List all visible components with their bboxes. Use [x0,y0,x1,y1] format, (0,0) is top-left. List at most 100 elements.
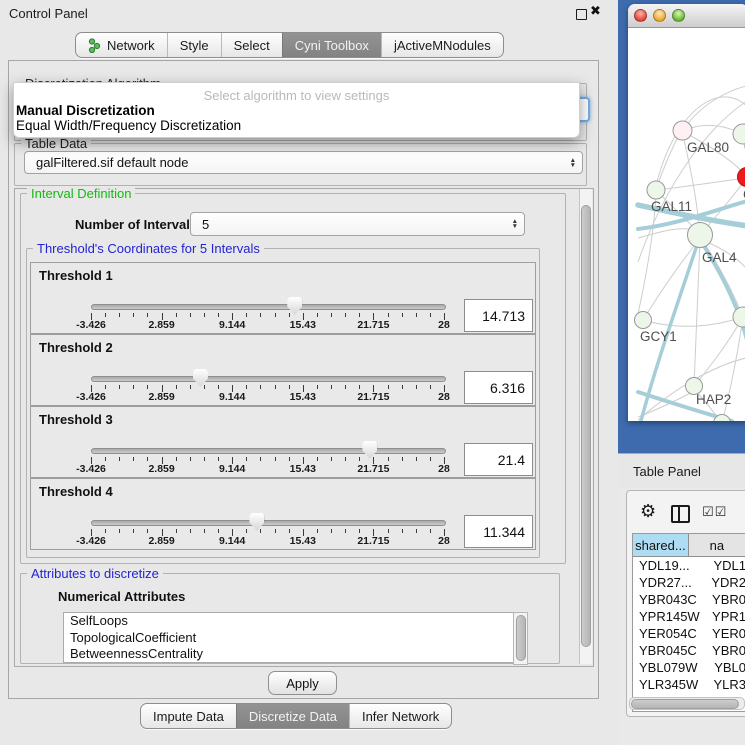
threshold-1-slider-track[interactable] [91,304,446,310]
network-node[interactable] [738,168,745,187]
table-row[interactable]: YDL19...YDL1 [633,557,745,574]
table-row[interactable]: YBL079WYBL0 [633,659,745,676]
tab-discretize-data[interactable]: Discretize Data [236,704,349,728]
close-icon[interactable]: ✖ [590,3,601,19]
slider-tick [416,457,417,461]
slider-scale-label: 21.715 [357,463,389,475]
slider-tick [345,457,346,461]
slider-tick [430,385,431,389]
slider-tick [260,385,261,389]
threshold-3-slider-handle[interactable] [362,441,377,459]
threshold-1-value-field[interactable]: 14.713 [464,299,533,332]
column-header-name[interactable]: na [689,534,745,557]
threshold-2-slider-handle[interactable] [193,369,208,387]
vertical-scrollbar-thumb[interactable] [581,205,591,647]
attributes-list-scrollbar-thumb[interactable] [516,615,526,661]
network-node[interactable] [688,223,713,248]
zoom-traffic-light-icon[interactable] [672,9,685,22]
slider-tick [246,313,247,317]
network-node[interactable] [647,181,665,199]
slider-tick [176,313,177,317]
cell-name: YPR1 [708,609,745,624]
tab-infer-network[interactable]: Infer Network [349,704,451,728]
table-row[interactable]: YLR345WYLR3 [633,676,745,693]
slider-tick [402,385,403,389]
slider-scale-label: 21.715 [357,391,389,403]
network-node[interactable] [733,307,745,327]
slider-scale-label: 2.859 [148,463,174,475]
cell-shared-name: YBR045C [633,643,708,658]
slider-tick [260,457,261,461]
vertical-scrollbar[interactable] [579,189,592,664]
table-row[interactable]: YBR043CYBR0 [633,591,745,608]
network-canvas[interactable]: GAL80GACGAL11GAL4GCY1HHAP2 [628,27,745,421]
cell-shared-name: YBL079W [633,660,710,675]
network-window-titlebar [628,4,745,28]
tab-style[interactable]: Style [167,33,221,57]
slider-scale-label: 15.43 [290,391,316,403]
attributes-list-scrollbar[interactable] [513,612,528,665]
slider-tick [331,385,332,389]
table-row[interactable]: YDR27...YDR2 [633,574,745,591]
close-traffic-light-icon[interactable] [634,9,647,22]
network-node-label: GAL80 [687,140,729,155]
slider-tick [218,313,219,317]
attribute-list-item[interactable]: TopologicalCoefficient [64,630,514,647]
network-node-label: GCY1 [640,329,677,344]
number-of-intervals-spinner[interactable]: 5 ▲▼ [190,212,525,236]
table-row[interactable]: YPR145WYPR1 [633,608,745,625]
tab-jactivemnodules[interactable]: jActiveMNodules [381,33,503,57]
threshold-4-slider-handle[interactable] [249,513,264,531]
number-of-intervals-label: Number of Intervals [75,217,197,232]
dropdown-option-manual-discretization[interactable]: Manual Discretization [16,103,155,118]
cell-name: YBR0 [708,643,745,658]
float-window-icon[interactable] [576,9,587,20]
numerical-attributes-list[interactable]: SelfLoopsTopologicalCoefficientBetweenne… [63,612,515,663]
cell-name: YER0 [708,626,745,641]
threshold-3-slider-track[interactable] [91,448,446,454]
slider-tick [416,313,417,317]
gear-icon[interactable]: ⚙ [640,501,656,522]
threshold-2-value-field[interactable]: 6.316 [464,371,533,404]
tab-cyni-toolbox[interactable]: Cyni Toolbox [282,33,381,57]
column-layout-icon[interactable] [671,505,690,523]
cell-name: YDR2 [707,575,745,590]
network-node[interactable] [635,312,652,329]
table-row[interactable]: YER054CYER0 [633,625,745,642]
horizontal-scrollbar[interactable] [629,697,745,710]
table-row[interactable]: YBR045CYBR0 [633,642,745,659]
horizontal-scrollbar-thumb[interactable] [631,699,739,709]
threshold-2-slider-track[interactable] [91,376,446,382]
threshold-4-slider-track[interactable] [91,520,446,526]
attribute-list-item[interactable]: SelfLoops [64,613,514,630]
cell-shared-name: YPR145W [633,609,708,624]
network-node[interactable] [673,121,692,140]
slider-tick [105,385,106,389]
tab-impute-data[interactable]: Impute Data [141,704,236,728]
slider-tick [133,385,134,389]
dropdown-option-equal-width-frequency[interactable]: Equal Width/Frequency Discretization [16,118,241,133]
checkbox-select-icons[interactable]: ☑☑ [702,504,727,520]
table-data-select[interactable]: galFiltered.sif default node ▲▼ [24,151,583,174]
slider-tick [218,457,219,461]
table-data-group-title: Table Data [21,136,91,151]
slider-tick [388,313,389,317]
column-header-shared-name[interactable]: shared... [633,534,689,557]
attribute-list-item[interactable]: BetweennessCentrality [64,646,514,663]
node-attribute-table[interactable]: shared... na YDL19...YDL1YDR27...YDR2YBR… [632,533,745,712]
apply-button[interactable]: Apply [268,671,337,695]
slider-scale-label: -3.426 [76,463,106,475]
minimize-traffic-light-icon[interactable] [653,9,666,22]
slider-scale-label: 15.43 [290,319,316,331]
slider-scale-label: -3.426 [76,391,106,403]
slider-tick [317,457,318,461]
threshold-3-value-field[interactable]: 21.4 [464,443,533,476]
slider-tick [430,529,431,533]
slider-tick [430,457,431,461]
threshold-3-label: Threshold 3 [39,412,113,427]
threshold-4-value-field[interactable]: 11.344 [464,515,533,548]
slider-scale-label: 2.859 [148,535,174,547]
tab-select[interactable]: Select [221,33,282,57]
tab-network[interactable]: Network [76,33,167,57]
right-side-region: GAL80GACGAL11GAL4GCY1HHAP2 Table Panel ⚙… [618,0,745,745]
